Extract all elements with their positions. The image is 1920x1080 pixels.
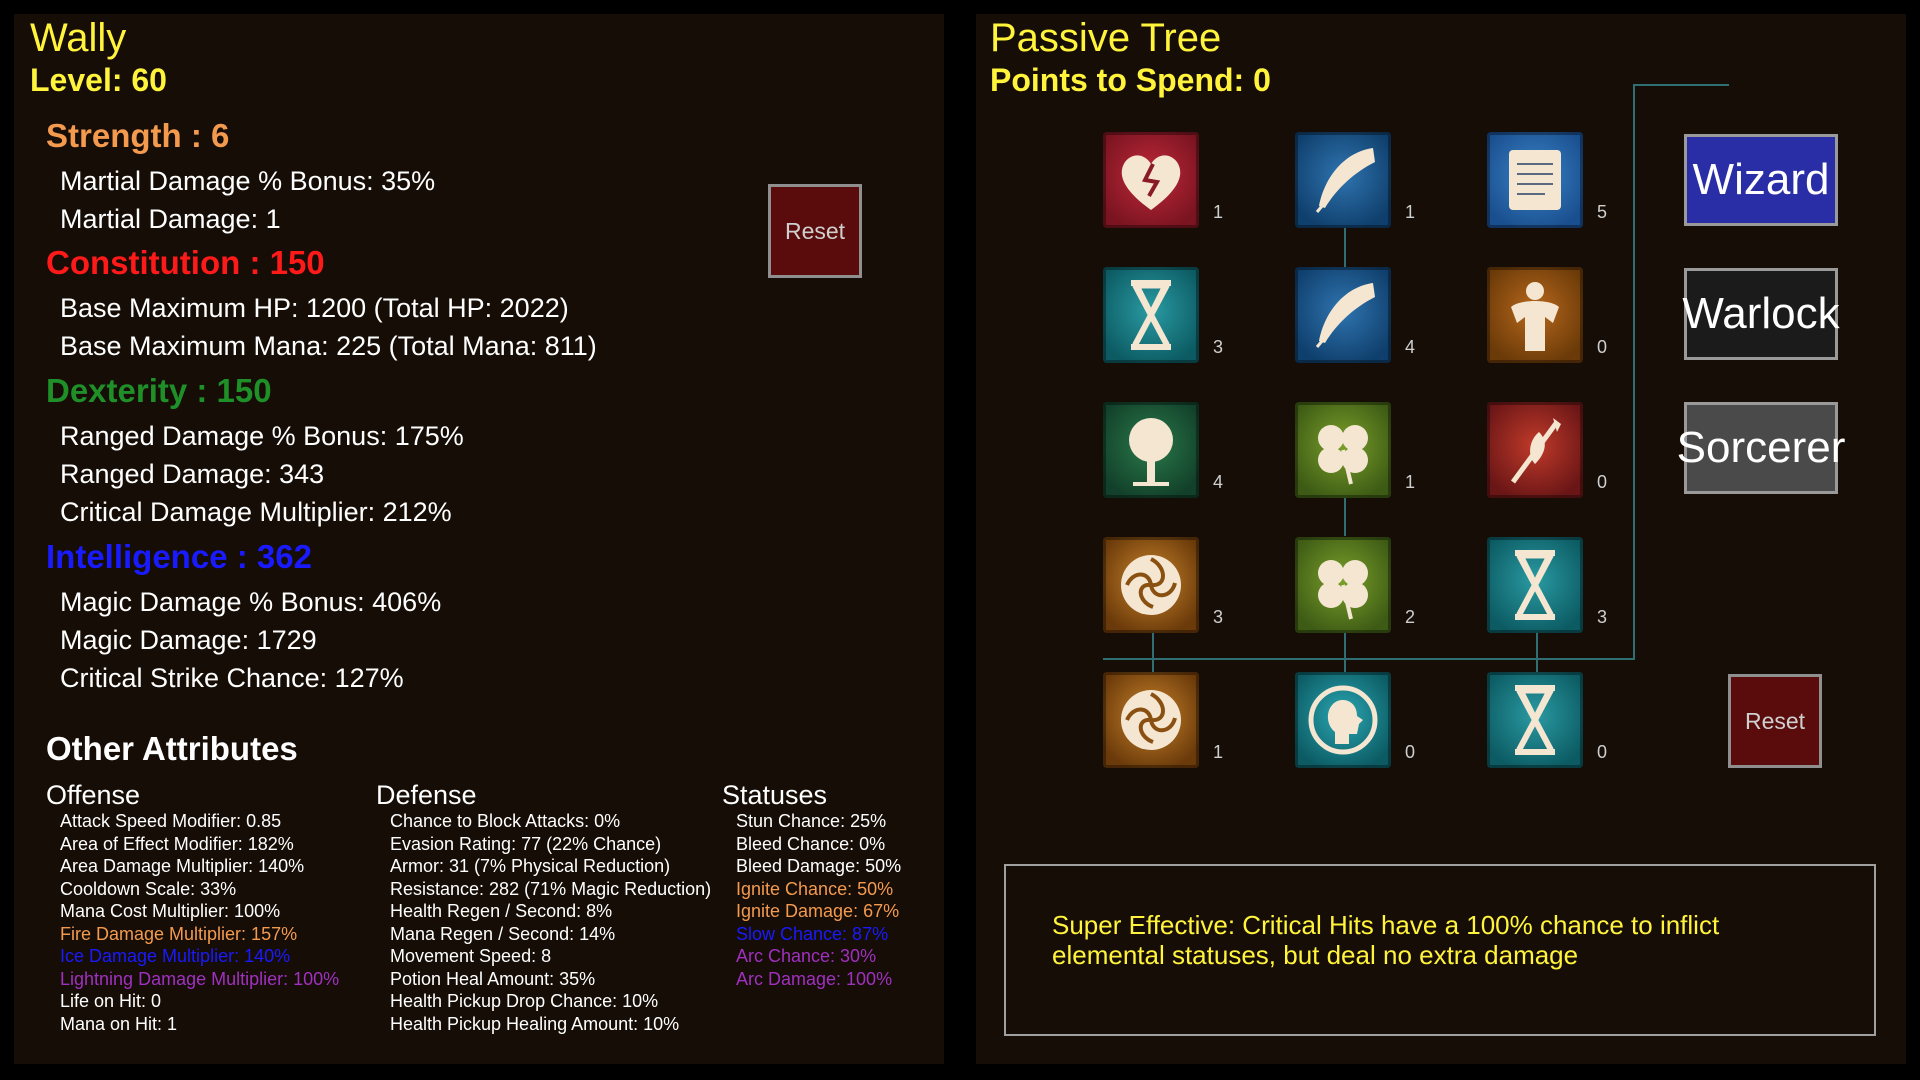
defense-attribute: Evasion Rating: 77 (22% Chance) — [390, 833, 662, 854]
node-rank-count: 1 — [1213, 742, 1224, 762]
node-description-text: Super Effective: Critical Hits have a 10… — [1052, 910, 1720, 970]
class-button-warlock[interactable]: Warlock — [1682, 268, 1840, 360]
tree-connector-line — [1152, 632, 1154, 672]
class-button-wizard[interactable]: Wizard — [1684, 134, 1838, 226]
tree-icon[interactable] — [1103, 402, 1199, 498]
other-attributes-title: Other Attributes — [46, 730, 298, 767]
stat-line: Ranged Damage: 343 — [60, 459, 325, 489]
stat-line: Base Maximum Mana: 225 (Total Mana: 811) — [60, 331, 597, 361]
node-rank-count: 0 — [1597, 337, 1608, 357]
feather-icon[interactable] — [1295, 267, 1391, 363]
defense-attribute: Potion Heal Amount: 35% — [390, 968, 596, 989]
offense-attribute: Area Damage Multiplier: 140% — [60, 856, 305, 876]
stat-header-constitution: Constitution : 150 — [46, 244, 325, 281]
stats-reset-button[interactable]: Reset — [768, 184, 862, 278]
node-description-box: Super Effective: Critical Hits have a 10… — [1004, 864, 1876, 1036]
tree-connector-line — [1633, 84, 1635, 660]
scroll-icon[interactable] — [1487, 132, 1583, 228]
statuses-attribute: Ignite Damage: 67% — [736, 901, 900, 921]
stat-line: Martial Damage % Bonus: 35% — [60, 166, 436, 196]
offense-attribute: Life on Hit: 0 — [60, 991, 162, 1011]
stat-header-strength: Strength : 6 — [46, 117, 230, 154]
swirl-icon[interactable] — [1103, 537, 1199, 633]
offense-attribute: Mana on Hit: 1 — [60, 1013, 178, 1034]
statuses-attribute: Arc Chance: 30% — [736, 946, 877, 966]
tree-connector-line — [1536, 632, 1538, 672]
stat-header-intelligence: Intelligence : 362 — [46, 538, 312, 575]
swirl-icon[interactable] — [1103, 672, 1199, 768]
stat-line: Critical Strike Chance: 127% — [60, 663, 404, 693]
stat-header-dexterity: Dexterity : 150 — [46, 372, 272, 409]
stat-line: Ranged Damage % Bonus: 175% — [60, 421, 464, 451]
stat-line: Critical Damage Multiplier: 212% — [60, 497, 452, 527]
statuses-attribute: Bleed Chance: 0% — [736, 833, 886, 854]
node-rank-count: 0 — [1597, 742, 1608, 762]
node-rank-count: 1 — [1405, 202, 1416, 222]
stat-line: Magic Damage: 1729 — [60, 625, 317, 655]
statuses-attribute: Ignite Chance: 50% — [736, 878, 894, 899]
node-rank-count: 4 — [1405, 337, 1416, 357]
offense-attribute: Fire Damage Multiplier: 157% — [60, 923, 298, 944]
node-rank-count: 0 — [1405, 742, 1416, 762]
hourglass-icon[interactable] — [1487, 672, 1583, 768]
defense-attribute: Movement Speed: 8 — [390, 946, 552, 966]
character-stats-panel: Wally Level: 60 Strength : 6 Martial Dam… — [14, 14, 944, 1064]
defense-attribute: Resistance: 282 (71% Magic Reduction) — [390, 878, 712, 899]
statuses-attribute: Stun Chance: 25% — [736, 811, 887, 831]
defense-attribute: Chance to Block Attacks: 0% — [390, 811, 621, 831]
statuses-header: Statuses — [722, 780, 828, 810]
offense-attribute: Attack Speed Modifier: 0.85 — [60, 811, 282, 831]
node-rank-count: 5 — [1597, 202, 1608, 222]
statuses-attribute: Arc Damage: 100% — [736, 968, 893, 989]
defense-attribute: Health Pickup Healing Amount: 10% — [390, 1013, 680, 1034]
character-name: Wally — [30, 16, 127, 60]
defense-attribute: Armor: 31 (7% Physical Reduction) — [390, 856, 671, 876]
tree-connector-line — [1103, 658, 1635, 660]
node-rank-count: 0 — [1597, 472, 1608, 492]
node-rank-count: 1 — [1405, 472, 1416, 492]
offense-attribute: Mana Cost Multiplier: 100% — [60, 901, 281, 921]
node-rank-count: 2 — [1405, 607, 1416, 627]
node-rank-count: 3 — [1213, 337, 1224, 357]
node-rank-count: 1 — [1213, 202, 1224, 222]
offense-attribute: Cooldown Scale: 33% — [60, 878, 237, 899]
stat-line: Base Maximum HP: 1200 (Total HP: 2022) — [60, 293, 569, 323]
points-to-spend: Points to Spend: 0 — [990, 62, 1271, 98]
character-level: Level: 60 — [30, 62, 167, 98]
head-icon[interactable] — [1295, 672, 1391, 768]
tree-connector-line — [1633, 84, 1729, 86]
node-rank-count: 3 — [1597, 607, 1608, 627]
tree-reset-button[interactable]: Reset — [1728, 674, 1822, 768]
stat-line: Magic Damage % Bonus: 406% — [60, 587, 442, 617]
offense-header: Offense — [46, 780, 141, 810]
defense-attribute: Mana Regen / Second: 14% — [390, 923, 616, 944]
clover-icon[interactable] — [1295, 537, 1391, 633]
statuses-attribute: Slow Chance: 87% — [736, 923, 889, 944]
halberd-icon[interactable] — [1487, 402, 1583, 498]
node-rank-count: 4 — [1213, 472, 1224, 492]
strongman-icon[interactable] — [1487, 267, 1583, 363]
defense-header: Defense — [376, 780, 477, 810]
offense-attribute: Ice Damage Multiplier: 140% — [60, 946, 291, 966]
statuses-attribute: Bleed Damage: 50% — [736, 856, 902, 876]
offense-attribute: Lightning Damage Multiplier: 100% — [60, 968, 340, 989]
tree-connector-line — [1344, 632, 1346, 672]
hourglass-icon[interactable] — [1487, 537, 1583, 633]
class-button-sorcerer[interactable]: Sorcerer — [1677, 402, 1845, 494]
passive-tree-title: Passive Tree — [990, 16, 1222, 60]
clover-icon[interactable] — [1295, 402, 1391, 498]
hourglass-icon[interactable] — [1103, 267, 1199, 363]
tree-connector-line — [1344, 496, 1346, 536]
tree-connector-line — [1344, 228, 1346, 268]
defense-attribute: Health Pickup Drop Chance: 10% — [390, 991, 659, 1011]
stat-line: Martial Damage: 1 — [60, 204, 281, 234]
defense-attribute: Health Regen / Second: 8% — [390, 901, 613, 921]
broken-heart-icon[interactable] — [1103, 132, 1199, 228]
feather-icon[interactable] — [1295, 132, 1391, 228]
offense-attribute: Area of Effect Modifier: 182% — [60, 833, 294, 854]
node-rank-count: 3 — [1213, 607, 1224, 627]
